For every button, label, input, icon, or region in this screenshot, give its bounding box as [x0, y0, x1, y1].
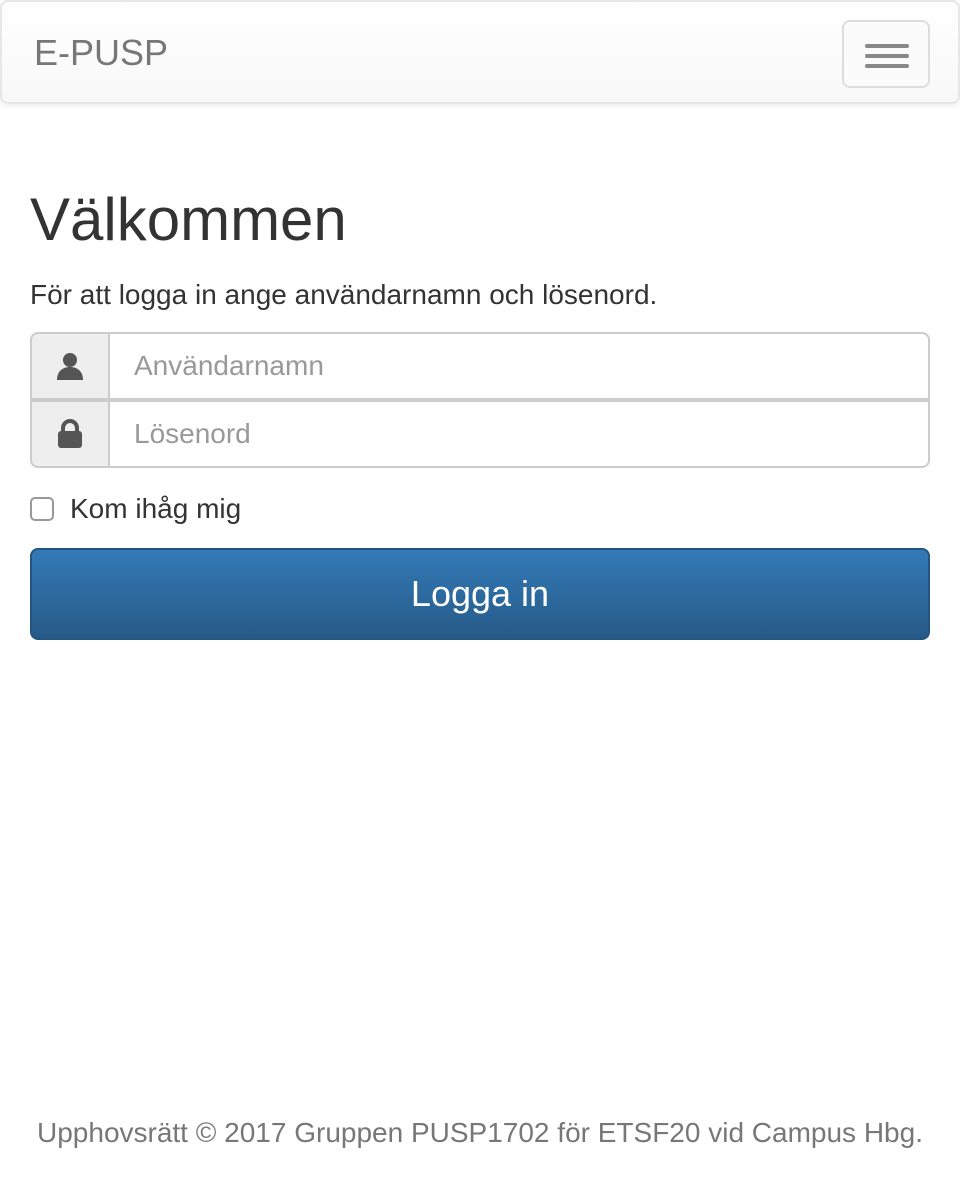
user-icon — [57, 353, 83, 380]
navbar: E-PUSP — [0, 0, 960, 104]
remember-me-checkbox[interactable] — [30, 497, 54, 521]
brand-link[interactable]: E-PUSP — [34, 32, 168, 74]
footer-copyright: Upphovsrätt © 2017 Gruppen PUSP1702 för … — [37, 1117, 923, 1148]
username-input-group — [30, 332, 930, 400]
remember-me[interactable]: Kom ihåg mig — [30, 492, 241, 526]
remember-me-label[interactable]: Kom ihåg mig — [70, 492, 241, 526]
page-title: Välkommen — [30, 186, 347, 253]
login-instructions: För att logga in ange användarnamn och l… — [30, 279, 658, 310]
username-input[interactable] — [108, 332, 930, 400]
password-input[interactable] — [108, 400, 930, 468]
password-addon — [30, 400, 110, 468]
menu-toggle-button[interactable] — [842, 20, 930, 88]
username-addon — [30, 332, 110, 400]
password-input-group — [30, 400, 930, 468]
lock-icon — [58, 419, 82, 448]
login-button[interactable]: Logga in — [30, 548, 930, 640]
